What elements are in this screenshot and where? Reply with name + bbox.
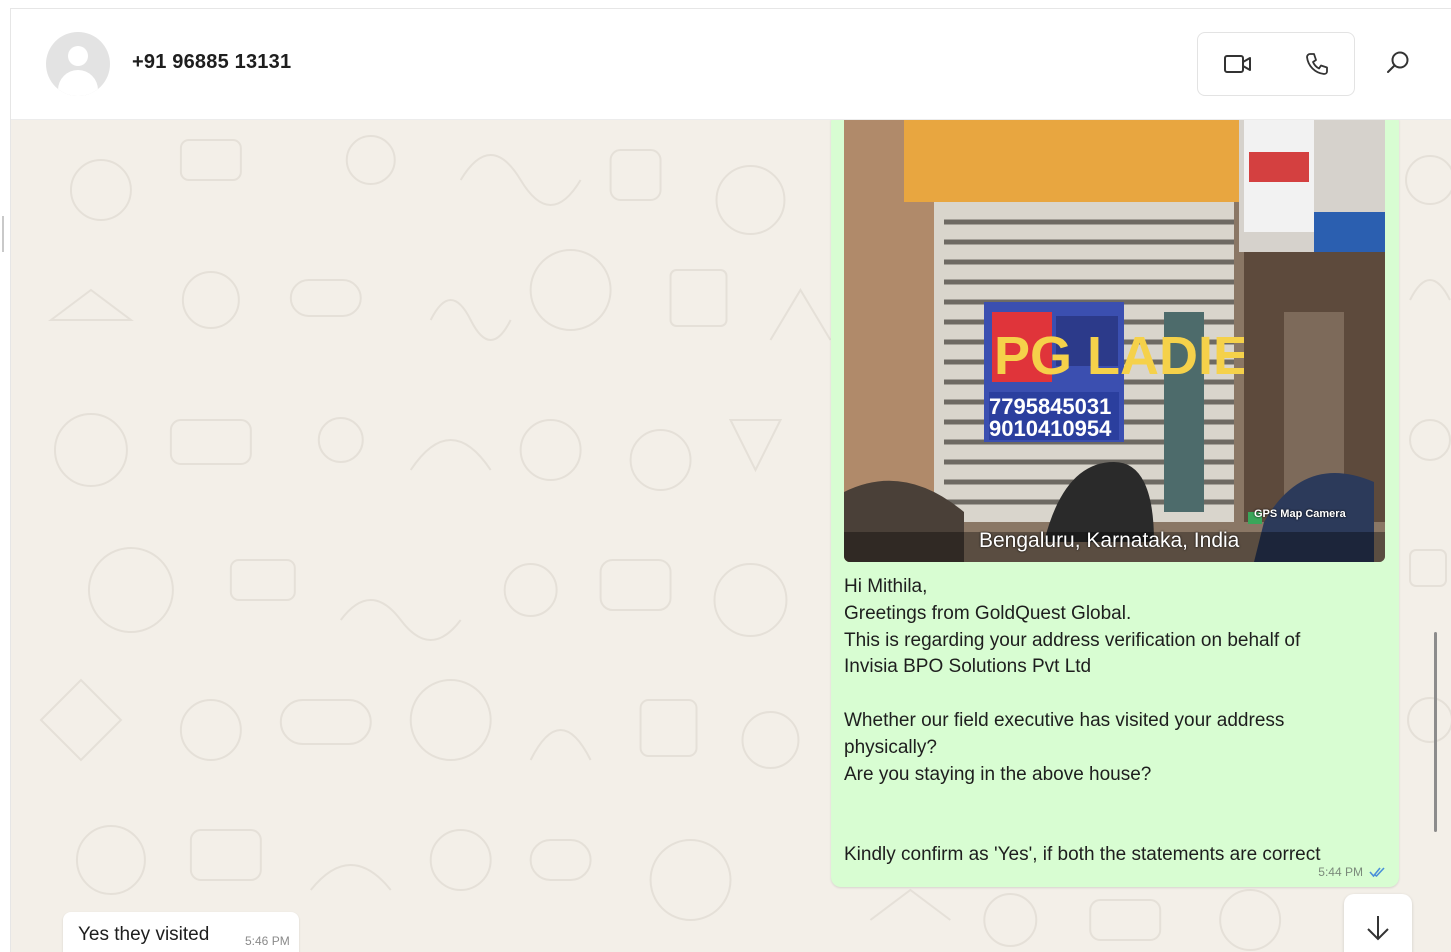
- message-line: Are you staying in the above house?: [844, 763, 1152, 785]
- search-icon: [1387, 51, 1409, 73]
- window-resize-handle[interactable]: [2, 216, 4, 252]
- chat-window: +91 96885 13131 PG LADIES 7795845031 901…: [10, 8, 1451, 952]
- arrow-down-icon: [1367, 916, 1389, 941]
- message-line: Whether our field executive has visited …: [844, 709, 1285, 731]
- scrollbar[interactable]: [1434, 632, 1437, 832]
- gps-watermark: GPS Map Camera: [1254, 508, 1346, 520]
- message-text: Hi Mithila, Greetings from GoldQuest Glo…: [844, 574, 1384, 869]
- message-line: Kindly confirm as 'Yes', if both the sta…: [844, 843, 1321, 865]
- video-call-button[interactable]: [1198, 33, 1277, 95]
- incoming-message-bubble[interactable]: Yes they visited 5:46 PM: [63, 912, 299, 952]
- search-button[interactable]: [1376, 41, 1420, 85]
- message-line: [844, 815, 1384, 842]
- message-line: Invisia BPO Solutions Pvt Ltd: [844, 656, 1092, 678]
- double-check-icon: [1369, 867, 1385, 878]
- message-line: Greetings from GoldQuest Global.: [844, 602, 1132, 624]
- person-icon: [68, 46, 88, 66]
- sign-phone-2: 9010410954: [989, 416, 1112, 441]
- message-line: Hi Mithila,: [844, 576, 928, 597]
- chat-header: +91 96885 13131: [11, 9, 1451, 120]
- message-photo[interactable]: PG LADIES 7795845031 9010410954 GPS Map …: [844, 120, 1385, 562]
- voice-call-button[interactable]: [1277, 33, 1356, 95]
- scroll-down-button[interactable]: [1344, 894, 1412, 952]
- phone-icon: [1305, 53, 1328, 75]
- outgoing-message-bubble[interactable]: PG LADIES 7795845031 9010410954 GPS Map …: [831, 120, 1399, 887]
- sign-text: PG LADIES: [994, 326, 1285, 386]
- incoming-message-text: Yes they visited: [78, 924, 210, 945]
- building-photo: PG LADIES 7795845031 9010410954: [844, 120, 1385, 562]
- video-camera-icon: [1223, 55, 1251, 73]
- message-meta: 5:44 PM: [1318, 865, 1387, 879]
- message-line: This is regarding your address verificat…: [844, 629, 1301, 651]
- photo-location-overlay: Bengaluru, Karnataka, India: [979, 529, 1240, 552]
- call-button-group: [1197, 32, 1355, 96]
- incoming-message-time: 5:46 PM: [245, 934, 290, 948]
- chat-area: PG LADIES 7795845031 9010410954 GPS Map …: [11, 120, 1451, 952]
- avatar[interactable]: [46, 32, 110, 96]
- message-time: 5:44 PM: [1318, 865, 1363, 879]
- message-line: [844, 788, 1384, 815]
- contact-name[interactable]: +91 96885 13131: [132, 51, 291, 74]
- message-line: physically?: [844, 736, 937, 758]
- message-line: [844, 681, 1384, 708]
